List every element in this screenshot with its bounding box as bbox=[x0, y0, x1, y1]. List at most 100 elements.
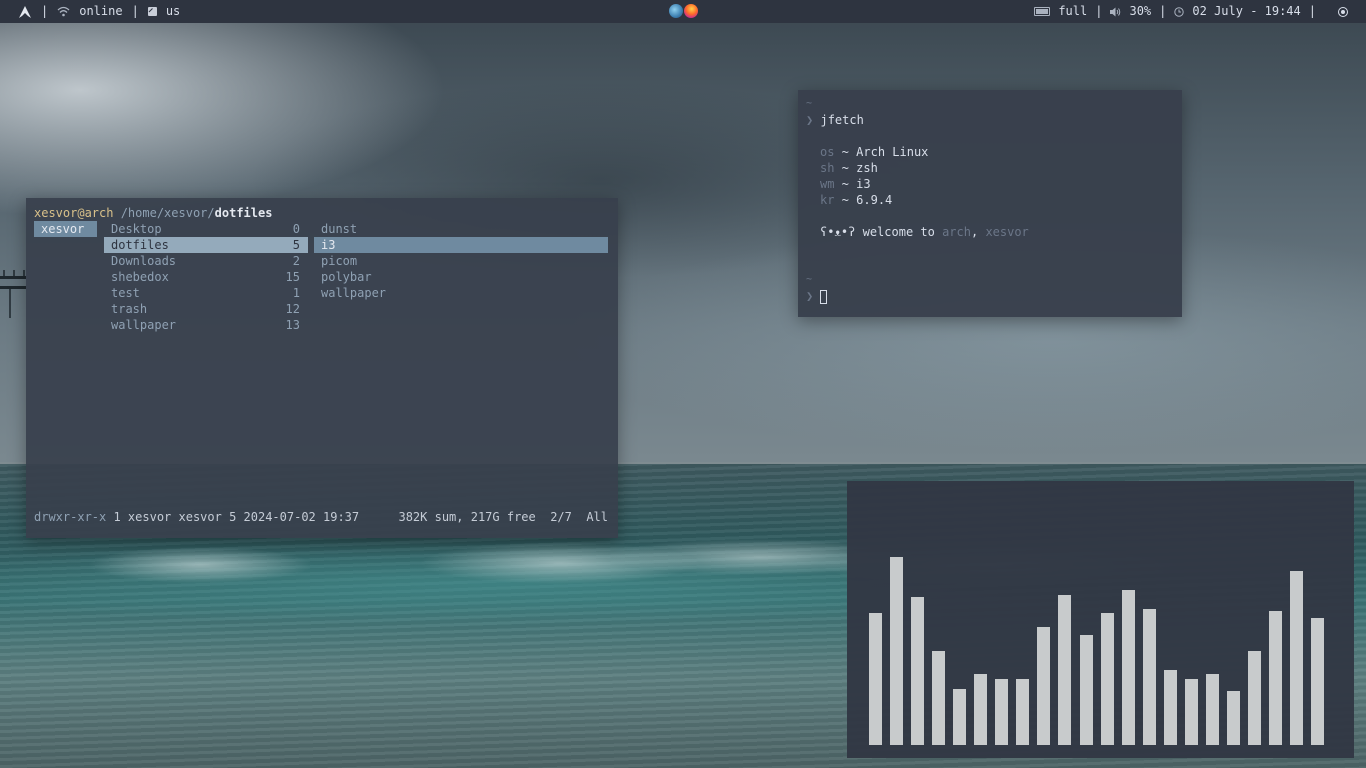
visualizer-bar bbox=[1247, 651, 1261, 745]
file-entry-count: 2 bbox=[292, 254, 300, 268]
file-entry-count: 5 bbox=[292, 238, 300, 252]
visualizer-bar bbox=[1079, 635, 1093, 745]
file-entry-name: polybar bbox=[321, 270, 372, 284]
date-time[interactable]: 02 July - 19:44 bbox=[1192, 0, 1300, 23]
visualizer-bar bbox=[1163, 670, 1177, 745]
keyboard-layout[interactable]: us bbox=[166, 0, 180, 23]
sysinfo-value: i3 bbox=[856, 177, 871, 191]
separator: | bbox=[41, 4, 49, 18]
sysinfo-key: wm bbox=[820, 177, 835, 191]
sysinfo-key: sh bbox=[820, 161, 835, 175]
sysinfo-key: os bbox=[820, 145, 835, 159]
visualizer-bar bbox=[1142, 609, 1156, 745]
globe-app-icon[interactable] bbox=[669, 4, 683, 18]
welcome-host: arch bbox=[942, 225, 971, 239]
sysinfo-row: wm ~ i3 bbox=[820, 176, 871, 192]
visualizer-bar bbox=[974, 674, 988, 745]
visualizer-bar bbox=[995, 679, 1009, 745]
file-entry[interactable]: wallpaper bbox=[314, 285, 608, 301]
file-entry[interactable]: polybar bbox=[314, 269, 608, 285]
visualizer-bar bbox=[1016, 679, 1030, 745]
file-manager-window[interactable]: xesvor@arch /home/xesvor/dotfiles xesvor… bbox=[26, 198, 618, 538]
file-manager-status-line: drwxr-xr-x 1 xesvor xesvor 5 2024-07-02 … bbox=[34, 509, 608, 525]
visualizer-bar bbox=[1058, 595, 1072, 745]
sysinfo-row: kr ~ 6.9.4 bbox=[820, 192, 892, 208]
welcome-user: xesvor bbox=[985, 225, 1029, 239]
file-entry-count: 1 bbox=[292, 286, 300, 300]
separator: | bbox=[1095, 4, 1103, 18]
file-entry-name: wallpaper bbox=[321, 286, 387, 300]
file-entry-selected[interactable]: dotfiles 5 bbox=[104, 237, 308, 253]
prompt-symbol: ❯ bbox=[806, 113, 814, 127]
file-entry[interactable]: Desktop 0 bbox=[104, 221, 308, 237]
visualizer-bar bbox=[953, 689, 967, 745]
current-path: /home/xesvor/ bbox=[113, 206, 215, 220]
file-entry-name: shebedox bbox=[111, 270, 169, 284]
file-entry[interactable]: Downloads 2 bbox=[104, 253, 308, 269]
file-entry-count: 13 bbox=[285, 318, 300, 332]
sysinfo-value: zsh bbox=[856, 161, 878, 175]
network-status[interactable]: online bbox=[79, 0, 122, 23]
sysinfo-key: kr bbox=[820, 193, 835, 207]
file-entry[interactable]: xesvor bbox=[34, 221, 97, 237]
file-entry[interactable]: test 1 bbox=[104, 285, 308, 301]
battery-status[interactable]: full bbox=[1058, 0, 1087, 23]
terminal-command-line: ❯ jfetch bbox=[806, 112, 864, 128]
file-entry-count: 0 bbox=[292, 222, 300, 236]
file-entry-count: 15 bbox=[285, 270, 300, 284]
file-manager-header: xesvor@arch /home/xesvor/dotfiles bbox=[34, 205, 272, 221]
sysinfo-value: 6.9.4 bbox=[856, 193, 893, 207]
separator: | bbox=[131, 4, 139, 18]
separator: | bbox=[1308, 4, 1316, 18]
file-entry-name: wallpaper bbox=[111, 318, 177, 332]
sysinfo-row: sh ~ zsh bbox=[820, 160, 878, 176]
firefox-app-icon[interactable] bbox=[684, 4, 698, 18]
file-entry[interactable]: picom bbox=[314, 253, 608, 269]
visualizer-bar bbox=[1268, 611, 1282, 745]
file-entry-name: Desktop bbox=[111, 222, 162, 236]
audio-visualizer-window[interactable] bbox=[847, 481, 1354, 758]
volume-level[interactable]: 30% bbox=[1129, 0, 1151, 23]
keyboard-icon bbox=[147, 7, 157, 16]
file-entry[interactable]: shebedox 15 bbox=[104, 269, 308, 285]
arch-logo-icon[interactable] bbox=[18, 5, 32, 19]
volume-icon bbox=[1110, 7, 1121, 16]
status-bar-left: | online | us bbox=[18, 0, 180, 23]
pier-image bbox=[0, 270, 26, 318]
status-bar: | online | us full | 30% | 02 July - 19:… bbox=[0, 0, 1366, 23]
welcome-line: ʕ•ᴥ•ʔ welcome to arch, xesvor bbox=[820, 224, 1029, 240]
current-directory-column: Desktop 0 dotfiles 5 Downloads 2 shebedox 15… bbox=[104, 221, 308, 333]
file-entry[interactable]: dunst bbox=[314, 221, 608, 237]
visualizer-bar bbox=[1037, 627, 1051, 745]
visualizer-bar bbox=[1184, 679, 1198, 745]
file-entry-count: 12 bbox=[285, 302, 300, 316]
clock-icon bbox=[1174, 6, 1185, 17]
terminal-input-line[interactable]: ❯ bbox=[806, 288, 828, 304]
wifi-icon[interactable] bbox=[57, 6, 70, 17]
battery-icon bbox=[1034, 7, 1051, 16]
file-entry-name: i3 bbox=[321, 238, 336, 252]
visualizer-bar bbox=[1311, 618, 1325, 745]
terminal-command: jfetch bbox=[820, 113, 864, 127]
sysinfo-sep: ~ bbox=[834, 177, 857, 191]
file-permissions: drwxr-xr-x bbox=[34, 510, 107, 524]
current-directory: dotfiles bbox=[214, 206, 273, 220]
terminal-window[interactable]: ~ ❯ jfetch os ~ Arch Linux sh ~ zsh wm ~… bbox=[798, 90, 1182, 317]
visualizer-bar bbox=[911, 597, 925, 745]
file-entry-name: picom bbox=[321, 254, 358, 268]
file-entry[interactable]: wallpaper 13 bbox=[104, 317, 308, 333]
visualizer-bar bbox=[1205, 674, 1219, 745]
file-entry-selected[interactable]: i3 bbox=[314, 237, 608, 253]
terminal-cursor bbox=[820, 289, 828, 304]
file-entry[interactable]: trash 12 bbox=[104, 301, 308, 317]
sysinfo-sep: ~ bbox=[834, 161, 857, 175]
terminal-cwd: ~ bbox=[806, 98, 813, 109]
workspace-apps bbox=[669, 4, 699, 19]
power-icon[interactable] bbox=[1338, 6, 1348, 17]
visualizer-bar bbox=[932, 651, 946, 745]
sysinfo-sep: ~ bbox=[834, 193, 857, 207]
file-entry-name: Downloads bbox=[111, 254, 177, 268]
visualizer-bar bbox=[1226, 691, 1240, 745]
visualizer-bar bbox=[1121, 590, 1135, 745]
preview-column: dunst i3 picom polybar wallpaper bbox=[314, 221, 608, 301]
